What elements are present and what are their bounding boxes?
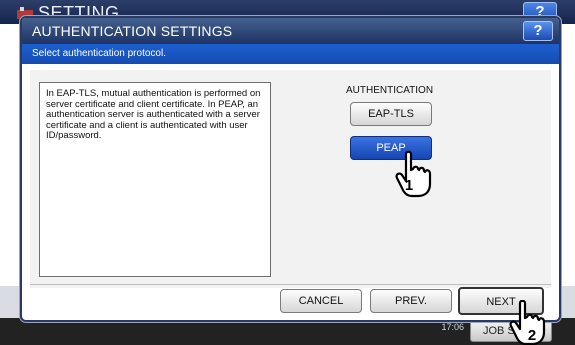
dialog-title-bar: AUTHENTICATION SETTINGS ?	[22, 18, 559, 44]
help-button[interactable]: ?	[523, 21, 553, 41]
authentication-settings-dialog: AUTHENTICATION SETTINGS ? Select authent…	[20, 16, 561, 322]
instruction-text: Select authentication protocol.	[32, 48, 166, 59]
eap-tls-button[interactable]: EAP-TLS	[350, 102, 432, 126]
description-box: In EAP-TLS, mutual authentication is per…	[39, 82, 271, 277]
cancel-button[interactable]: CANCEL	[280, 289, 362, 313]
dialog-title: AUTHENTICATION SETTINGS	[32, 23, 233, 39]
instruction-bar: Select authentication protocol.	[22, 44, 559, 64]
step-2-callout: 2	[528, 327, 536, 344]
footer-divider	[30, 284, 551, 285]
hand-pointer-icon: 1	[395, 150, 432, 198]
content-area: In EAP-TLS, mutual authentication is per…	[30, 70, 551, 288]
step-1-callout: 1	[405, 177, 413, 194]
hand-pointer-icon: 2	[509, 300, 546, 345]
clock-time: 17:06	[441, 322, 464, 332]
authentication-label: AUTHENTICATION	[346, 85, 434, 96]
prev-button[interactable]: PREV.	[370, 289, 452, 313]
